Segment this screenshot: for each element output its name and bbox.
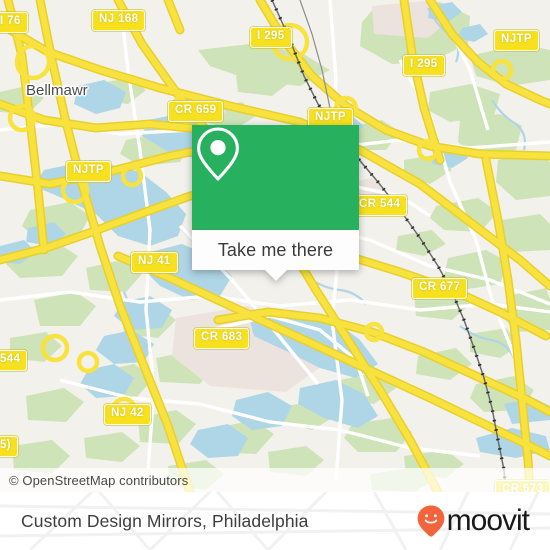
- page-title: Custom Design Mirrors, Philadelphia: [21, 511, 309, 531]
- road-shield-nj168[interactable]: NJ 168: [92, 10, 146, 31]
- road-shield-njtp-c[interactable]: NJTP: [66, 161, 111, 182]
- map-screenshot: Bellmawr I 76 NJ 168 I 295 I 295 NJTP CR…: [0, 0, 550, 550]
- moovit-wordmark: moovit: [446, 504, 530, 537]
- attribution-text: © OpenStreetMap contributors: [9, 472, 189, 488]
- road-shield-i295-b[interactable]: I 295: [403, 55, 445, 76]
- road-shield-nj42[interactable]: NJ 42: [104, 404, 151, 425]
- card-pointer-tail: [265, 270, 287, 281]
- take-me-there-label: Take me there: [217, 239, 334, 260]
- road-shield-cr677[interactable]: CR 677: [412, 278, 468, 299]
- road-shield-i76[interactable]: I 76: [0, 12, 28, 33]
- location-pin-icon: [197, 127, 239, 181]
- road-shield-cr544[interactable]: CR 544: [352, 195, 408, 216]
- moovit-smiley-pin-icon: [417, 505, 445, 537]
- moovit-logo[interactable]: moovit: [416, 502, 530, 540]
- map-label-bellmawr: Bellmawr: [26, 82, 88, 99]
- map-canvas[interactable]: Bellmawr I 76 NJ 168 I 295 I 295 NJTP CR…: [0, 0, 550, 492]
- marker-card-header: [192, 125, 359, 230]
- road-shield-cr659[interactable]: CR 659: [168, 101, 224, 122]
- road-shield-njtp-a[interactable]: NJTP: [494, 30, 539, 51]
- road-shield-cr683[interactable]: CR 683: [194, 328, 250, 349]
- take-me-there-button[interactable]: Take me there: [192, 230, 359, 281]
- road-shield-544[interactable]: 544: [0, 350, 28, 371]
- bottom-info-bar: Custom Design Mirrors, Philadelphia moov…: [0, 492, 550, 550]
- road-shield-i295-a[interactable]: I 295: [250, 27, 292, 48]
- road-shield-clipped[interactable]: 5): [0, 436, 19, 457]
- road-shield-nj41[interactable]: NJ 41: [131, 252, 178, 273]
- location-marker-card[interactable]: Take me there: [192, 125, 359, 281]
- map-attribution: © OpenStreetMap contributors: [0, 468, 550, 492]
